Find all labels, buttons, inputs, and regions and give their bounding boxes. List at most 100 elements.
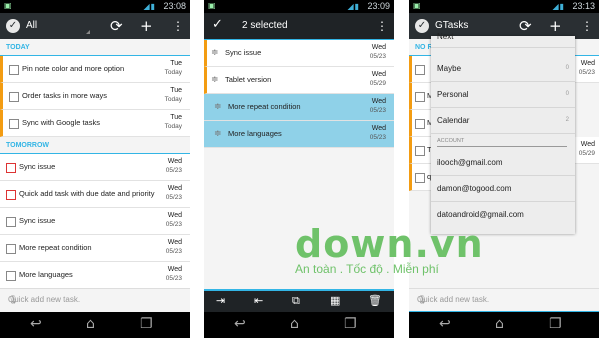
task-row[interactable]: More repeat condition Wed 05/23 [0, 235, 190, 262]
task-row-partial[interactable] [409, 56, 431, 83]
menu-item-list[interactable]: Personal 0 [431, 82, 575, 108]
task-row[interactable]: Sync issue Wed 05/23 [0, 154, 190, 181]
menu-item-account[interactable]: damon@togood.com [431, 176, 575, 202]
overflow-menu-icon[interactable]: ⋮ [581, 17, 593, 35]
spinner-indicator-icon [86, 30, 90, 34]
notification-icon: ▣ [413, 1, 421, 10]
status-bar: ▣ ◢▮ 23:13 [409, 0, 599, 13]
selection-toolbar: ⇥ ⇤ ⧉ ▦ 🗑 [204, 289, 394, 313]
task-row-selected[interactable]: ≑ More repeat condition Wed 05/23 [204, 94, 394, 121]
back-icon[interactable]: ↩ [234, 317, 246, 331]
back-icon[interactable]: ↩ [30, 317, 42, 331]
drag-handle-icon[interactable]: ≑ [214, 129, 222, 138]
task-day: Tue [170, 114, 182, 121]
task-title: More languages [228, 129, 282, 138]
task-day: Wed [371, 98, 386, 105]
task-row[interactable]: More languages Wed 05/23 [0, 262, 190, 289]
task-checkbox[interactable] [6, 271, 16, 281]
task-row-selected[interactable]: ≑ More languages Wed 05/23 [204, 121, 394, 148]
task-day: Wed [371, 44, 386, 51]
app-logo-icon[interactable]: ✓ [6, 19, 20, 33]
home-icon[interactable]: ⌂ [290, 317, 299, 331]
recent-apps-icon[interactable]: ❐ [140, 317, 153, 331]
home-icon[interactable]: ⌂ [86, 317, 95, 331]
menu-item-list[interactable]: Calendar 2 [431, 108, 575, 134]
sync-icon[interactable]: ⟳ [110, 17, 123, 35]
task-checkbox[interactable] [415, 173, 425, 183]
list-dropdown-menu: Next Maybe 0 Personal 0 Calendar 2 ACCOUNT … [431, 32, 575, 234]
drag-handle-icon[interactable]: ≑ [211, 48, 219, 57]
recent-apps-icon[interactable]: ❐ [344, 317, 357, 331]
menu-item-list[interactable]: Next [431, 30, 575, 48]
task-date: 05/23 [165, 194, 182, 201]
task-checkbox[interactable] [415, 92, 425, 102]
menu-item-list[interactable]: Maybe 0 [431, 56, 575, 82]
task-date: 05/23 [165, 167, 182, 174]
recent-apps-icon[interactable]: ❐ [549, 317, 562, 331]
status-bar: ▣ ◢▮ 23:08 [0, 0, 190, 13]
task-checkbox[interactable] [415, 119, 425, 129]
delete-icon[interactable]: 🗑 [368, 294, 382, 307]
menu-item-label: Calendar [437, 116, 470, 125]
phone-screen-list-menu: ▣ ◢▮ 23:13 ✓ GTasks ⟳ + ⋮ NO R M M T q W… [409, 0, 599, 338]
task-title: More repeat condition [19, 243, 92, 252]
task-row[interactable]: Pin note color and more option Tue Today [0, 56, 190, 83]
calendar-icon[interactable]: ▦ [330, 294, 340, 307]
menu-item-account[interactable]: ilooch@gmail.com [431, 150, 575, 176]
home-icon[interactable]: ⌂ [495, 317, 504, 331]
task-day: Tue [170, 87, 182, 94]
back-icon[interactable]: ↩ [439, 317, 451, 331]
task-row[interactable]: Quick add task with due date and priorit… [0, 181, 190, 208]
task-checkbox[interactable] [6, 163, 16, 173]
task-checkbox[interactable] [6, 217, 16, 227]
quick-add-bar: Quick add new task. 🎙 [0, 288, 190, 311]
task-row[interactable]: ≑ Sync issue Wed 05/23 [204, 40, 394, 67]
action-bar: ✓ All ⟳ + ⋮ [0, 13, 190, 39]
task-date: 05/23 [578, 69, 595, 76]
microphone-icon[interactable]: 🎙 [417, 295, 585, 304]
outdent-icon[interactable]: ⇤ [254, 294, 263, 307]
task-row-partial[interactable]: T [409, 137, 432, 164]
task-checkbox[interactable] [6, 190, 16, 200]
add-task-icon[interactable]: + [140, 17, 153, 35]
task-day: Wed [167, 158, 182, 165]
task-title: Sync issue [19, 216, 56, 225]
list-selector-title[interactable]: All [26, 20, 37, 31]
task-checkbox[interactable] [415, 65, 425, 75]
microphone-icon[interactable]: 🎙 [8, 295, 176, 304]
done-check-icon[interactable]: ✓ [212, 17, 223, 32]
wifi-battery-icon: ◢▮ [143, 2, 156, 11]
watermark: down.vn An toàn . Tốc độ . Miễn phí [295, 222, 485, 276]
indent-icon[interactable]: ⇥ [216, 294, 225, 307]
task-row[interactable]: ≑ Tablet version Wed 05/29 [204, 67, 394, 94]
task-row[interactable]: Order tasks in more ways Tue Today [0, 83, 190, 110]
task-row-partial[interactable]: q [409, 164, 431, 191]
task-row[interactable]: Sync issue Wed 05/23 [0, 208, 190, 235]
task-checkbox[interactable] [415, 146, 425, 156]
selected-count: 2 selected [242, 20, 288, 31]
move-icon[interactable]: ⧉ [292, 294, 300, 308]
wifi-battery-icon: ◢▮ [347, 2, 360, 11]
task-date: 05/23 [165, 221, 182, 228]
account-section-header: ACCOUNT [437, 138, 567, 147]
task-checkbox[interactable] [9, 92, 19, 102]
task-title: Sync with Google tasks [22, 118, 100, 127]
menu-item-label: Personal [437, 90, 469, 99]
overflow-menu-icon[interactable]: ⋮ [172, 17, 184, 35]
task-row-partial[interactable]: M [409, 110, 433, 137]
task-checkbox[interactable] [9, 65, 19, 75]
overflow-menu-icon[interactable]: ⋮ [376, 17, 388, 35]
task-checkbox[interactable] [6, 244, 16, 254]
task-row[interactable]: Sync with Google tasks Tue Today [0, 110, 190, 137]
task-checkbox[interactable] [9, 119, 19, 129]
drag-handle-icon[interactable]: ≑ [211, 75, 219, 84]
app-logo-icon[interactable]: ✓ [415, 19, 429, 33]
status-bar: ▣ ◢▮ 23:09 [204, 0, 394, 13]
clock: 23:08 [163, 1, 186, 11]
quick-add-bar: Quick add new task. 🎙 [409, 288, 599, 312]
notification-icon: ▣ [208, 1, 216, 10]
task-day: Tue [170, 60, 182, 67]
menu-item-count: 0 [565, 91, 569, 97]
task-row-partial[interactable]: M [409, 83, 433, 110]
drag-handle-icon[interactable]: ≑ [214, 102, 222, 111]
